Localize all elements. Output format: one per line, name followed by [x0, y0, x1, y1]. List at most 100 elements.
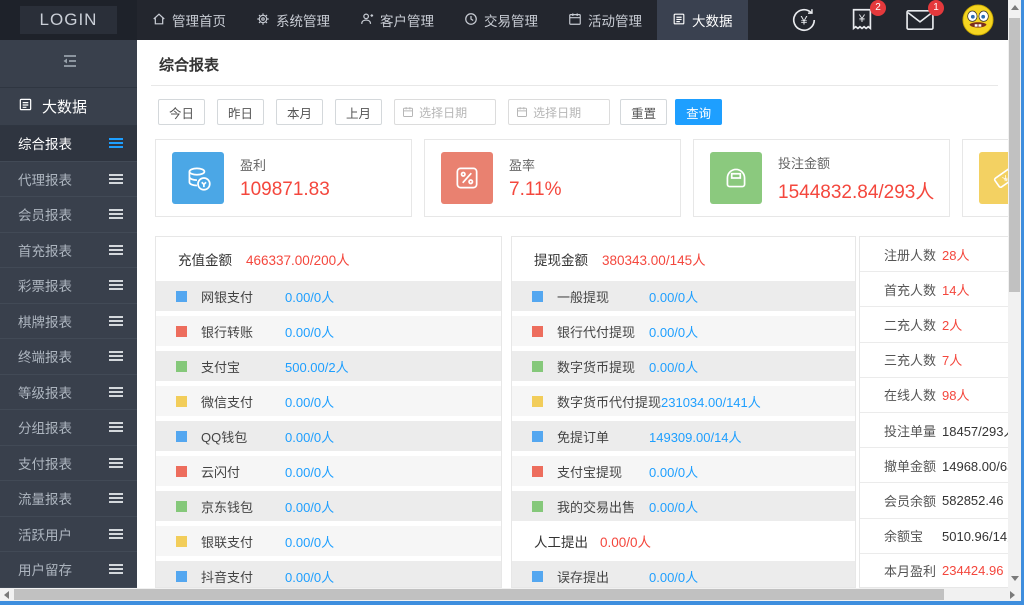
legend-square [532, 431, 543, 442]
row-label: 银联支付 [201, 532, 285, 551]
menu-icon [109, 316, 123, 318]
sidebar-item-lottery-report[interactable]: 彩票报表 [0, 268, 137, 304]
summary-row: 投注单量 18457/293人 [860, 413, 1008, 448]
topbar-actions: ¥ ¥ 2 1 [788, 0, 994, 40]
sidebar-item-comprehensive-report[interactable]: 综合报表 [0, 126, 137, 162]
sidebar-item-payment-report[interactable]: 支付报表 [0, 446, 137, 482]
sidebar-item-active-users[interactable]: 活跃用户 [0, 517, 137, 553]
sidebar-item-label: 综合报表 [18, 133, 72, 153]
panel-total: 466337.00/200人 [246, 249, 350, 269]
scroll-right-arrow-icon[interactable] [1010, 591, 1015, 599]
coins-icon [172, 152, 224, 204]
row-value: 5010.96/14人 [942, 526, 1008, 545]
end-date-input[interactable]: 选择日期 [508, 99, 610, 125]
sidebar-item-member-report[interactable]: 会员报表 [0, 197, 137, 233]
yesterday-button[interactable]: 昨日 [217, 99, 264, 125]
withdraw-panel: 提现金额 380343.00/145人 一般提现 0.00/0人 银行代付提现 … [511, 236, 856, 588]
gear-icon [256, 12, 270, 29]
nav-item-system[interactable]: 系统管理 [241, 0, 345, 40]
row-label: 在线人数 [884, 385, 942, 404]
start-date-input[interactable]: 选择日期 [394, 99, 496, 125]
card-value: 109871.83 [240, 179, 330, 201]
row-value: 500.00/2人 [285, 357, 349, 376]
legend-square [176, 361, 187, 372]
row-label: 银行转账 [201, 322, 285, 341]
partial-card: ¥ [962, 139, 1008, 217]
nav-item-customers[interactable]: 客户管理 [345, 0, 449, 40]
sidebar-item-terminal-report[interactable]: 终端报表 [0, 339, 137, 375]
today-button[interactable]: 今日 [158, 99, 205, 125]
horizontal-scrollbar[interactable] [0, 588, 1021, 601]
vertical-scrollbar-thumb[interactable] [1009, 18, 1020, 292]
menu-icon [109, 387, 123, 389]
sidebar-item-label: 用户留存 [18, 559, 72, 579]
main-content: 综合报表 今日 昨日 本月 上月 选择日期 选择日期 重置 查询 盈利 1098… [137, 40, 1008, 588]
legend-square [532, 571, 543, 582]
sidebar-item-group-report[interactable]: 分组报表 [0, 410, 137, 446]
sidebar-item-agent-report[interactable]: 代理报表 [0, 162, 137, 198]
sidebar-item-boardgame-report[interactable]: 棋牌报表 [0, 304, 137, 340]
menu-icon [109, 458, 123, 460]
topbar: LOGIN 管理首页 系统管理 客户管理 交易管理 活动管理 大数据 [0, 0, 1008, 40]
query-button[interactable]: 查询 [675, 99, 722, 125]
row-label: 投注单量 [884, 421, 942, 440]
this-month-button[interactable]: 本月 [276, 99, 323, 125]
row-label: 三充人数 [884, 350, 942, 369]
scroll-up-arrow-icon[interactable] [1011, 5, 1019, 10]
row-label: 免提订单 [557, 427, 649, 446]
summary-row: 本月盈利 234424.96 [860, 554, 1008, 588]
menu-icon [109, 209, 123, 211]
table-row: 抖音支付 0.00/0人 [156, 561, 501, 588]
scroll-down-arrow-icon[interactable] [1011, 576, 1019, 581]
currency-refresh-icon[interactable]: ¥ [788, 4, 820, 36]
sidebar-item-level-report[interactable]: 等级报表 [0, 375, 137, 411]
bet-amount-card: 投注金额 1544832.84/293人 [693, 139, 950, 217]
nav-item-home[interactable]: 管理首页 [137, 0, 241, 40]
last-month-button[interactable]: 上月 [335, 99, 382, 125]
svg-text:¥: ¥ [858, 13, 866, 25]
nav-item-bigdata[interactable]: 大数据 [657, 0, 748, 40]
summary-row: 余额宝 5010.96/14人 [860, 519, 1008, 554]
row-value: 2人 [942, 315, 962, 334]
app-logo: LOGIN [20, 6, 118, 34]
menu-icon [109, 529, 123, 531]
reset-button[interactable]: 重置 [620, 99, 667, 125]
avatar[interactable] [962, 4, 994, 36]
row-value: 0.00/0人 [285, 322, 334, 341]
sidebar-collapse-button[interactable] [0, 40, 137, 88]
row-value: 0.00/0人 [649, 567, 698, 586]
menu-icon [109, 280, 123, 282]
row-value: 0.00/0人 [285, 392, 334, 411]
table-row: 云闪付 0.00/0人 [156, 456, 501, 486]
row-label: 抖音支付 [201, 567, 285, 586]
row-value: 149309.00/14人 [649, 427, 742, 446]
row-label: 二充人数 [884, 315, 942, 334]
calendar-icon [402, 106, 414, 118]
nav-item-activities[interactable]: 活动管理 [553, 0, 657, 40]
vertical-scrollbar[interactable] [1008, 0, 1021, 588]
legend-square [176, 431, 187, 442]
table-row: 数字货币代付提现 231034.00/141人 [512, 386, 855, 416]
table-row: 支付宝 500.00/2人 [156, 351, 501, 381]
sidebar-item-label: 等级报表 [18, 382, 72, 402]
row-value: 234424.96 [942, 563, 1003, 578]
legend-square [176, 501, 187, 512]
table-row: QQ钱包 0.00/0人 [156, 421, 501, 451]
horizontal-scrollbar-thumb[interactable] [14, 589, 944, 600]
menu-icon [109, 493, 123, 495]
date-placeholder: 选择日期 [533, 104, 581, 121]
receipt-icon[interactable]: ¥ 2 [846, 4, 878, 36]
scroll-left-arrow-icon[interactable] [4, 591, 9, 599]
row-label: 网银支付 [201, 287, 285, 306]
menu-icon [109, 422, 123, 424]
sidebar-item-traffic-report[interactable]: 流量报表 [0, 481, 137, 517]
sidebar-item-first-deposit-report[interactable]: 首充报表 [0, 233, 137, 269]
sidebar-item-user-retention[interactable]: 用户留存 [0, 552, 137, 588]
nav-item-transactions[interactable]: 交易管理 [449, 0, 553, 40]
row-value: 28人 [942, 245, 969, 264]
mail-icon[interactable]: 1 [904, 4, 936, 36]
summary-row: 二充人数 2人 [860, 307, 1008, 342]
legend-square [532, 326, 543, 337]
nav-item-label: 大数据 [692, 10, 733, 30]
table-row: 一般提现 0.00/0人 [512, 281, 855, 311]
